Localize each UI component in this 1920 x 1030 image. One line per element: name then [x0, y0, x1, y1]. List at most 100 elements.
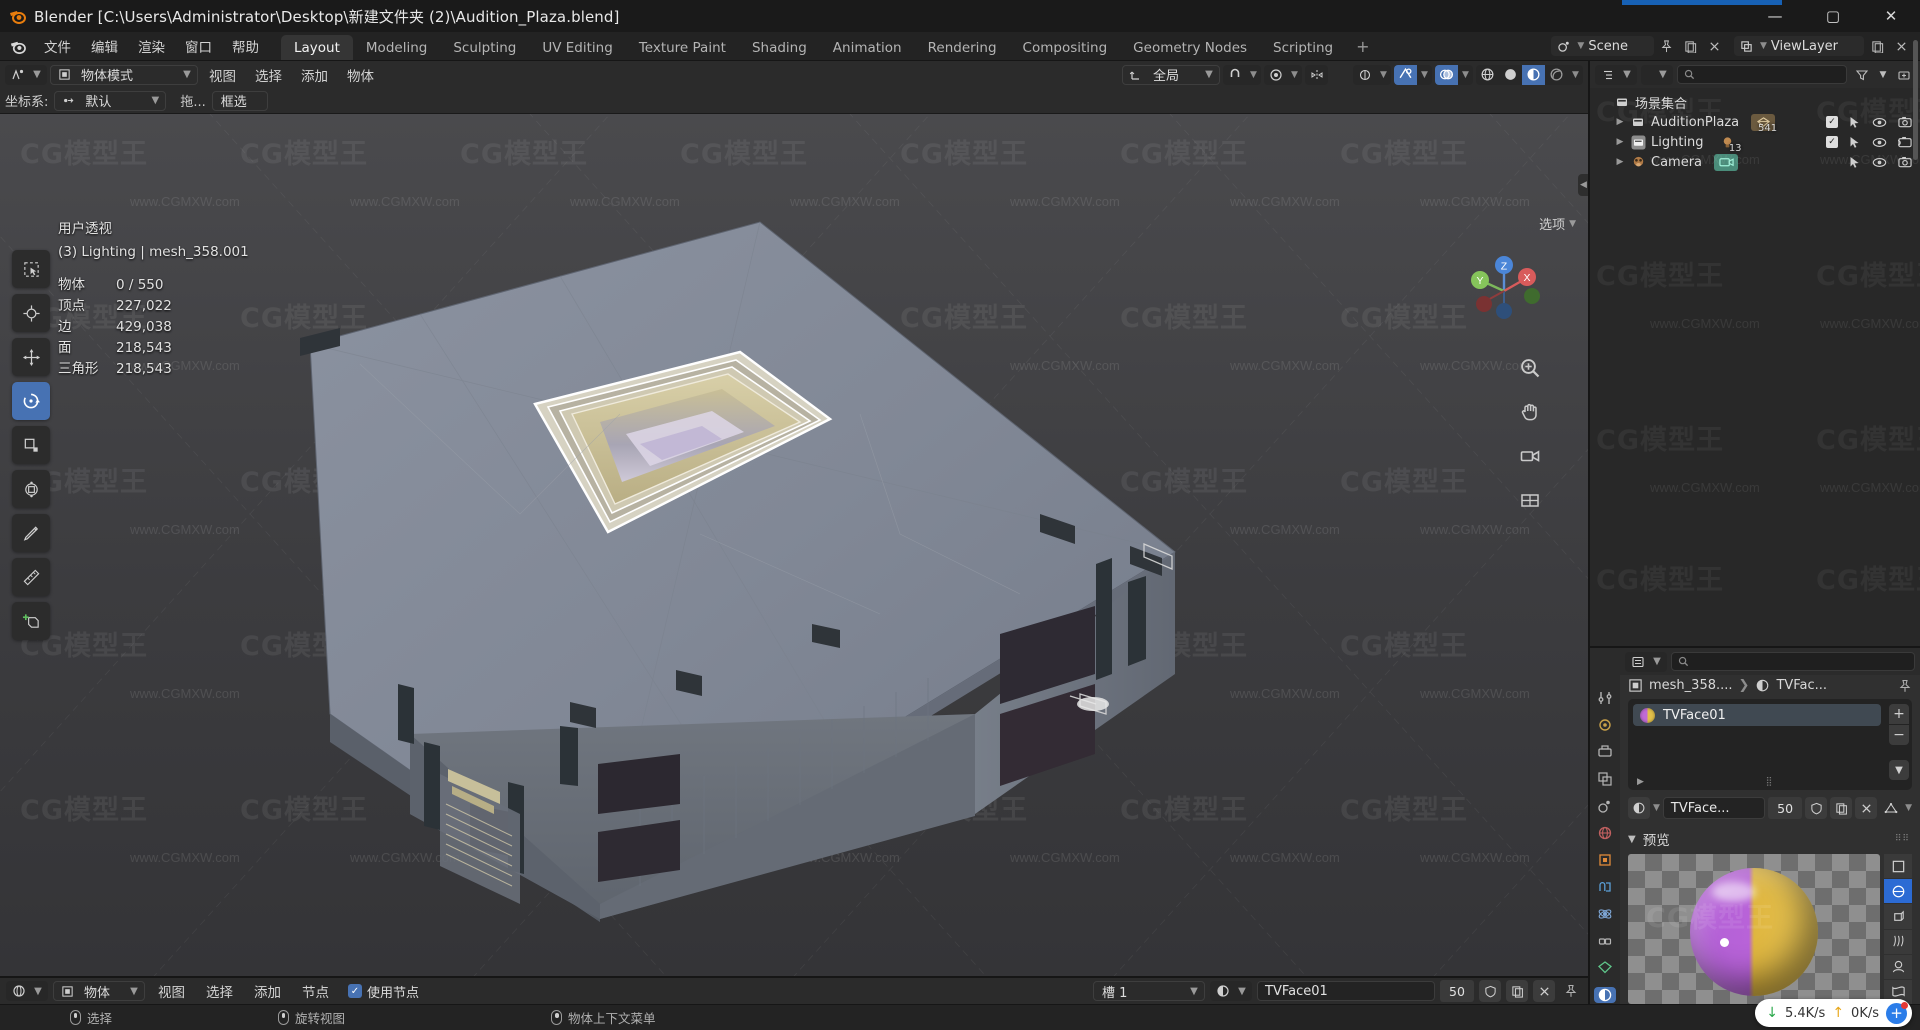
- select-mode-selector[interactable]: 框选: [211, 90, 268, 111]
- preview-flat-icon[interactable]: [1884, 854, 1912, 879]
- transform-tool-icon[interactable]: [12, 470, 50, 508]
- selectable-cursor-icon[interactable]: [1849, 156, 1861, 169]
- pin-material-icon[interactable]: [1560, 980, 1582, 1002]
- menu-file[interactable]: 文件: [34, 32, 81, 60]
- navigation-gizmo[interactable]: Z X Y: [1462, 249, 1546, 333]
- gizmo-chevron-down-icon[interactable]: ▼: [1376, 65, 1391, 85]
- use-nodes-checkbox[interactable]: ✓ 使用节点: [348, 982, 419, 1001]
- material-properties-tab-icon[interactable]: [1594, 987, 1616, 1003]
- notification-badge-icon[interactable]: +: [1886, 1001, 1908, 1024]
- properties-search-input[interactable]: [1671, 652, 1915, 671]
- selectable-cursor-icon[interactable]: [1849, 116, 1861, 129]
- shader-menu-node[interactable]: 节点: [294, 981, 337, 1001]
- zoom-view-icon[interactable]: [1516, 354, 1544, 382]
- outliner-filter-icon[interactable]: [1851, 65, 1873, 85]
- tab-texture-paint[interactable]: Texture Paint: [626, 35, 739, 60]
- hide-in-viewport-eye-icon[interactable]: [1872, 157, 1887, 168]
- shader-menu-add[interactable]: 添加: [246, 981, 289, 1001]
- enable-collection-checkbox[interactable]: ✓: [1826, 136, 1838, 148]
- remove-viewlayer-icon[interactable]: [1890, 36, 1912, 56]
- slot-expand-arrow-icon[interactable]: ▶: [1637, 777, 1646, 787]
- tab-shading[interactable]: Shading: [739, 35, 820, 60]
- viewport-menu-select[interactable]: 选择: [247, 65, 290, 85]
- material-slot-item[interactable]: TVFace01: [1633, 704, 1881, 727]
- preview-cube-icon[interactable]: [1884, 904, 1912, 929]
- preview-hair-icon[interactable]: [1884, 929, 1912, 954]
- disable-in-render-camera-icon[interactable]: [1898, 156, 1912, 168]
- outliner-row-lighting[interactable]: ▶ Lighting 13 ✓: [1590, 132, 1920, 154]
- viewport-options-button[interactable]: 选项 ▼: [1539, 214, 1576, 233]
- shader-editor-type-selector[interactable]: ▼: [6, 981, 48, 1001]
- expand-arrow-icon[interactable]: ▶: [1612, 137, 1628, 147]
- annotate-tool-icon[interactable]: [12, 514, 50, 552]
- outliner-filter-chevron-down-icon[interactable]: ▼: [1877, 65, 1889, 85]
- outliner-row-scene-collection[interactable]: 场景集合: [1590, 92, 1920, 112]
- disable-in-render-camera-icon[interactable]: [1898, 116, 1912, 128]
- material-name-field[interactable]: TVFace01: [1257, 981, 1435, 1001]
- shading-chevron-down-icon[interactable]: ▼: [1568, 65, 1583, 85]
- pan-view-icon[interactable]: [1516, 398, 1544, 426]
- tab-modeling[interactable]: Modeling: [353, 35, 440, 60]
- enable-collection-checkbox[interactable]: ✓: [1826, 116, 1838, 128]
- outliner-tree[interactable]: 场景集合 ▶ AuditionPlaza 541 ✓ ▶ Lighting 13…: [1590, 88, 1920, 646]
- outliner-search-input[interactable]: [1676, 65, 1847, 84]
- selectable-cursor-icon[interactable]: [1849, 136, 1861, 149]
- minimize-button[interactable]: —: [1746, 0, 1804, 32]
- new-scene-icon[interactable]: [1680, 36, 1702, 56]
- slot-resize-grip-icon[interactable]: ⣿: [1766, 777, 1775, 787]
- breadcrumb-object-name[interactable]: mesh_358....: [1649, 678, 1733, 693]
- unlink-material-icon[interactable]: [1855, 797, 1878, 819]
- preview-sphere-icon[interactable]: [1884, 879, 1912, 904]
- viewport-menu-view[interactable]: 视图: [201, 65, 244, 85]
- material-browse-chevron-down-icon[interactable]: ▼: [1653, 803, 1660, 813]
- preview-checkerboard[interactable]: CG模型王: [1628, 854, 1880, 1004]
- mirror-icon[interactable]: [1305, 65, 1328, 85]
- hide-in-viewport-eye-icon[interactable]: [1872, 137, 1887, 148]
- tab-sculpting[interactable]: Sculpting: [440, 35, 529, 60]
- material-users-count-badge[interactable]: 50: [1768, 797, 1803, 819]
- preview-panel-header[interactable]: ▼ 预览 ⠿⠿: [1628, 829, 1912, 849]
- breadcrumb-material-name[interactable]: TVFac...: [1776, 678, 1827, 693]
- expand-arrow-icon[interactable]: ▶: [1612, 117, 1628, 127]
- menu-render[interactable]: 渲染: [128, 32, 175, 60]
- blender-menu-icon[interactable]: [0, 32, 34, 60]
- new-viewlayer-icon[interactable]: [1866, 36, 1888, 56]
- xray-chevron-down-icon[interactable]: ▼: [1458, 65, 1473, 85]
- pin-scene-icon[interactable]: [1656, 36, 1678, 56]
- world-properties-tab-icon[interactable]: [1594, 825, 1616, 841]
- editor-type-selector[interactable]: ▼: [5, 64, 47, 85]
- proportional-chevron-down-icon[interactable]: ▼: [1287, 65, 1302, 85]
- overlays-chevron-down-icon[interactable]: ▼: [1417, 65, 1432, 85]
- remove-material-slot-button[interactable]: −: [1889, 725, 1909, 746]
- sidebar-collapse-arrow-icon[interactable]: ◀: [1578, 174, 1588, 196]
- expand-arrow-icon[interactable]: ▶: [1612, 157, 1628, 167]
- show-gizmo-icon[interactable]: [1353, 65, 1376, 85]
- tab-layout[interactable]: Layout: [281, 35, 353, 60]
- measure-tool-icon[interactable]: [12, 558, 50, 596]
- material-users-count[interactable]: 50: [1440, 980, 1474, 1002]
- fake-user-shield-icon[interactable]: [1805, 797, 1828, 819]
- material-browse-button[interactable]: ▼: [1210, 981, 1252, 1001]
- add-material-slot-button[interactable]: +: [1889, 704, 1909, 725]
- tab-rendering[interactable]: Rendering: [915, 35, 1010, 60]
- outliner-new-collection-icon[interactable]: [1893, 65, 1915, 85]
- snap-magnet-icon[interactable]: [1223, 65, 1246, 85]
- cursor-tool-icon[interactable]: [12, 294, 50, 332]
- network-speed-toast[interactable]: ↓ 5.4K/s ↑ 0K/s +: [1755, 999, 1912, 1027]
- viewport-menu-object[interactable]: 物体: [339, 65, 382, 85]
- shader-menu-view[interactable]: 视图: [150, 981, 193, 1001]
- show-overlays-icon[interactable]: [1394, 64, 1417, 85]
- transform-orientation-selector[interactable]: 全局 ▼: [1122, 64, 1220, 85]
- output-properties-tab-icon[interactable]: [1594, 744, 1616, 760]
- scene-properties-tab-icon[interactable]: [1594, 798, 1616, 814]
- coordinate-system-selector[interactable]: 默认 ▼: [54, 90, 167, 111]
- tool-properties-tab-icon[interactable]: [1594, 690, 1616, 706]
- toggle-xray-icon[interactable]: [1435, 64, 1458, 85]
- tab-scripting[interactable]: Scripting: [1260, 35, 1346, 60]
- pin-properties-icon[interactable]: [1898, 679, 1912, 693]
- add-workspace-button[interactable]: +: [1346, 32, 1379, 60]
- scale-tool-icon[interactable]: [12, 426, 50, 464]
- data-properties-tab-icon[interactable]: [1594, 960, 1616, 976]
- toggle-ortho-perspective-icon[interactable]: [1516, 486, 1544, 514]
- menu-help[interactable]: 帮助: [222, 32, 269, 60]
